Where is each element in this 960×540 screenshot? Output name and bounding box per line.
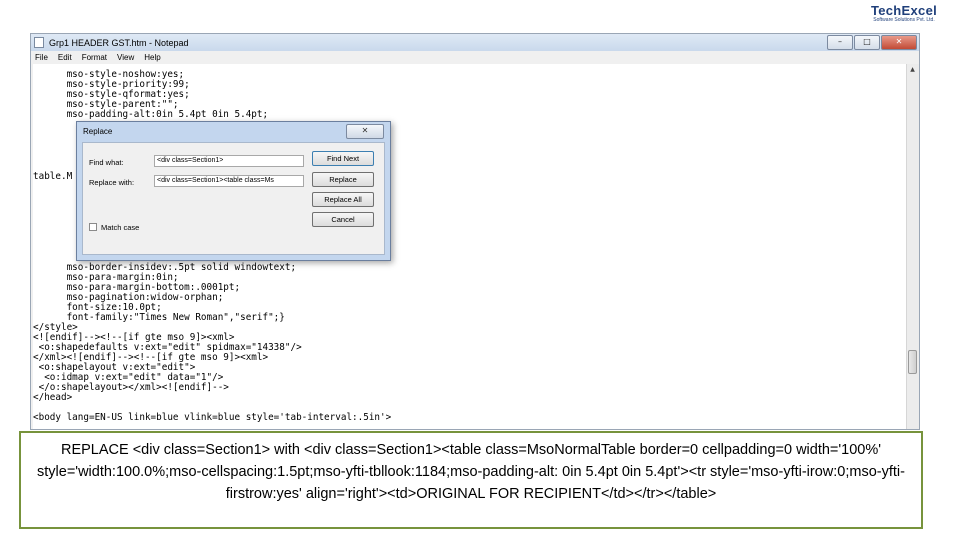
instruction-text: REPLACE <div class=Section1> with <div c…: [37, 442, 905, 502]
replace-with-label: Replace with:: [89, 178, 135, 187]
menu-edit[interactable]: Edit: [58, 53, 72, 62]
find-what-label: Find what:: [89, 158, 124, 167]
scroll-up-icon[interactable]: ▲: [908, 65, 917, 74]
code-line: mso-padding-alt:0in 5.4pt 0in 5.4pt;: [33, 109, 269, 120]
notepad-app-icon: [34, 37, 44, 48]
scroll-thumb[interactable]: [908, 350, 917, 374]
match-case-label: Match case: [101, 223, 140, 232]
replace-dialog: Replace ✕ Find what: <div class=Section1…: [76, 121, 391, 261]
code-line: </head>: [33, 392, 73, 403]
cancel-button[interactable]: Cancel: [312, 212, 374, 227]
logo-tagline: Software Solutions Pvt. Ltd.: [873, 17, 935, 23]
vertical-scrollbar[interactable]: ▲: [906, 64, 919, 429]
replace-dialog-title: Replace: [83, 127, 113, 136]
window-controls: – □ ✕: [826, 35, 917, 50]
menu-view[interactable]: View: [117, 53, 134, 62]
company-logo: TechExcel Software Solutions Pvt. Ltd.: [854, 4, 954, 24]
notepad-title: Grp1 HEADER GST.htm - Notepad: [49, 37, 189, 48]
replace-close-button[interactable]: ✕: [346, 124, 384, 139]
maximize-button[interactable]: □: [854, 35, 880, 50]
menu-help[interactable]: Help: [144, 53, 160, 62]
find-next-button[interactable]: Find Next: [312, 151, 374, 166]
notepad-titlebar[interactable]: Grp1 HEADER GST.htm - Notepad – □ ✕: [31, 34, 919, 51]
minimize-button[interactable]: –: [827, 35, 853, 50]
replace-dialog-titlebar[interactable]: Replace ✕: [77, 122, 390, 140]
menu-bar: File Edit Format View Help: [31, 51, 919, 64]
logo-name: TechExcel: [870, 3, 938, 18]
menu-format[interactable]: Format: [82, 53, 107, 62]
replace-with-input[interactable]: <div class=Section1><table class=Ms: [154, 175, 304, 187]
instruction-caption: REPLACE <div class=Section1> with <div c…: [19, 431, 923, 529]
menu-file[interactable]: File: [35, 53, 48, 62]
find-what-input[interactable]: <div class=Section1>: [154, 155, 304, 167]
match-case-checkbox[interactable]: [89, 223, 97, 231]
replace-button[interactable]: Replace: [312, 172, 374, 187]
code-line: <body lang=EN-US link=blue vlink=blue st…: [33, 412, 392, 423]
replace-all-button[interactable]: Replace All: [312, 192, 374, 207]
replace-dialog-body: Find what: <div class=Section1> Replace …: [82, 142, 385, 255]
close-button[interactable]: ✕: [881, 35, 917, 50]
code-line: table.M: [33, 171, 73, 182]
